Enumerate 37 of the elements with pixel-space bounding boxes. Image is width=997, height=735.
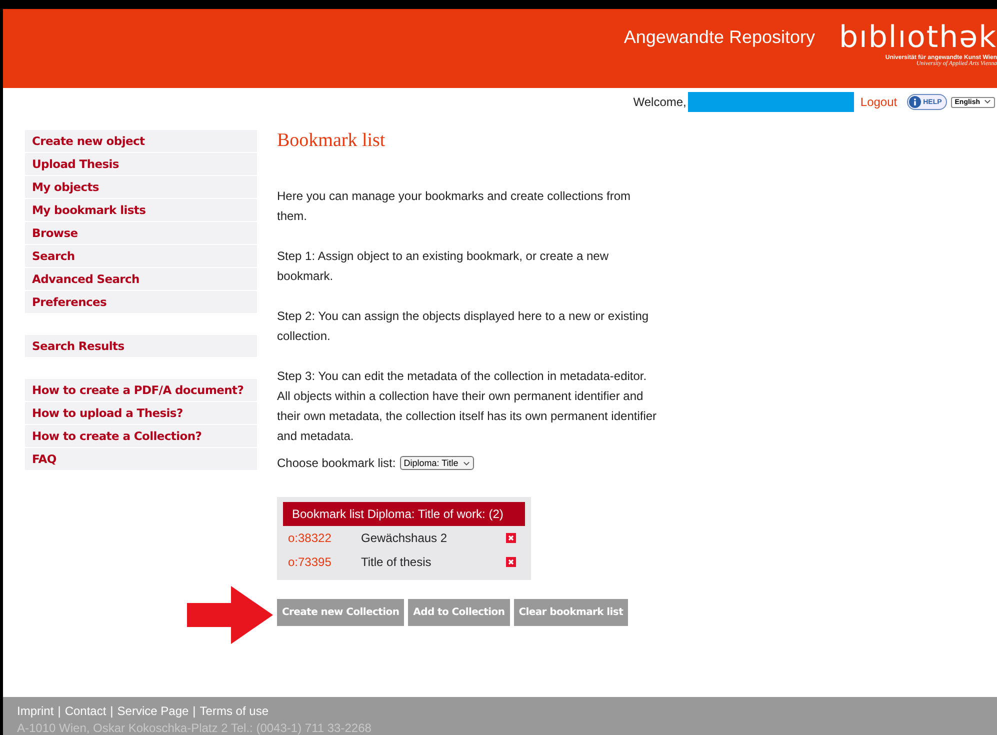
separator-text: | xyxy=(58,704,61,718)
separator-text: | xyxy=(110,704,114,718)
sidebar-item[interactable]: My objects xyxy=(25,176,257,198)
sidebar-item[interactable]: My bookmark lists xyxy=(25,199,257,221)
site-title: Angewandte Repository xyxy=(624,27,815,48)
delete-icon[interactable] xyxy=(506,557,516,567)
sidebar-item[interactable]: Advanced Search xyxy=(25,268,257,290)
paragraph-text: Step 2: You can assign the objects displayed here to a new or existing collection. xyxy=(277,308,650,345)
page-heading: Bookmark list xyxy=(277,130,386,152)
paragraph-text: Step 3: You can edit the metadata of the collection in metadata-editor. All objects within a collection have their own permanent identifier and their own metadata, the collection itself has its own permanent identifier and metadata. xyxy=(277,368,658,445)
table-cell-text: Gewächshaus 2 xyxy=(361,531,448,545)
sidebar-item[interactable]: How to create a Collection? xyxy=(25,425,257,447)
logout-link[interactable]: Logout xyxy=(860,95,898,109)
chevron-down-icon xyxy=(984,99,991,104)
table-cell-text: Title of thesis xyxy=(361,555,432,569)
sidebar-item[interactable]: How to create a PDF/A document? xyxy=(25,379,257,401)
delete-icon[interactable] xyxy=(506,533,516,543)
bookmark-list-select[interactable]: Diploma: Title xyxy=(400,456,474,470)
welcome-text: Welcome, xyxy=(633,95,686,109)
sidebar-item[interactable]: Upload Thesis xyxy=(25,153,257,175)
sidebar-item[interactable]: Create new object xyxy=(25,130,257,152)
table-header: Bookmark list Diploma: Title of work: (2) xyxy=(283,502,525,526)
sidebar-item[interactable]: Search Results xyxy=(25,335,257,357)
object-id-link[interactable]: o:73395 xyxy=(288,555,361,569)
object-id-link[interactable]: o:38322 xyxy=(288,531,361,545)
choose-label: Choose bookmark list: xyxy=(277,456,396,470)
info-icon xyxy=(909,96,922,108)
paragraph-text: Here you can manage your bookmarks and create collections from them. xyxy=(277,188,632,225)
sidebar-item[interactable]: Search xyxy=(25,245,257,267)
paragraph-text: Step 1: Assign object to an existing bookmark, or create a new bookmark. xyxy=(277,248,610,285)
sidebar-item[interactable]: How to upload a Thesis? xyxy=(25,402,257,424)
logo-wordmark: bıblıothək xyxy=(838,23,997,53)
separator-text: | xyxy=(192,704,196,718)
sidebar-item[interactable]: Browse xyxy=(25,222,257,244)
sidebar-item[interactable]: Preferences xyxy=(25,291,257,313)
sidebar-item[interactable]: FAQ xyxy=(25,448,257,470)
chevron-down-icon xyxy=(462,461,470,466)
